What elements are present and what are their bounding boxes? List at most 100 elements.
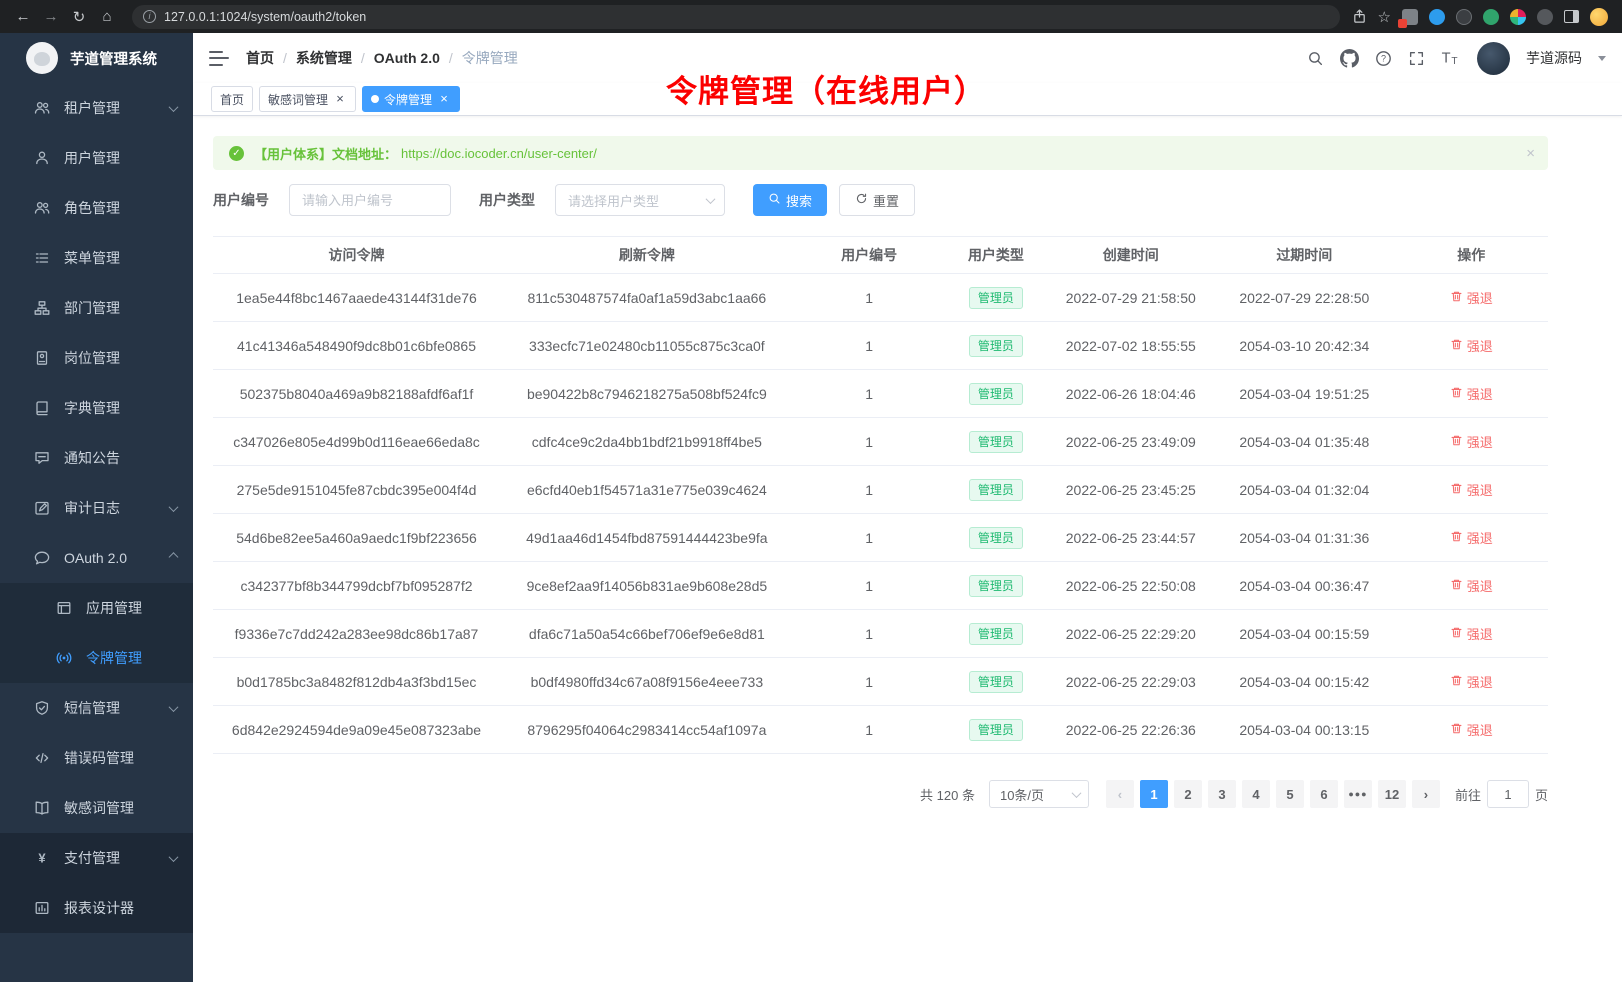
sidebar-item-oauth2-application[interactable]: 应用管理 <box>0 583 193 633</box>
sidebar-item-tenant[interactable]: 租户管理 <box>0 83 193 133</box>
browser-forward-icon[interactable]: → <box>38 8 64 25</box>
sidebar-item-sensitive-word[interactable]: 敏感词管理 <box>0 783 193 833</box>
page-button[interactable]: 3 <box>1208 780 1236 808</box>
annotation-overlay: 令牌管理（在线用户） <box>666 66 986 111</box>
font-size-icon[interactable]: TT <box>1441 49 1459 67</box>
force-logout-button[interactable]: 强退 <box>1450 336 1493 355</box>
github-icon[interactable] <box>1340 49 1359 68</box>
force-logout-button[interactable]: 强退 <box>1450 432 1493 451</box>
sidebar-item-label: OAuth 2.0 <box>64 550 170 566</box>
user-name[interactable]: 芋道源码 <box>1526 48 1582 68</box>
table-row: 1ea5e44f8bc1467aaede43144f31de76811c5304… <box>213 274 1548 322</box>
page-button[interactable]: 2 <box>1174 780 1202 808</box>
force-logout-button[interactable]: 强退 <box>1450 528 1493 547</box>
user-avatar[interactable] <box>1477 42 1510 75</box>
tab-oauth2-token[interactable]: 令牌管理× <box>362 86 460 112</box>
page-button[interactable]: 5 <box>1276 780 1304 808</box>
sidebar-item-label: 菜单管理 <box>64 248 177 268</box>
table-row: 502375b8040a469a9b82188afdf6af1fbe90422b… <box>213 370 1548 418</box>
sidebar-item-oauth2-token[interactable]: 令牌管理 <box>0 633 193 683</box>
tab-home[interactable]: 首页 <box>211 86 253 112</box>
share-icon[interactable] <box>1352 9 1367 24</box>
page-size-select[interactable]: 10条/页 <box>989 780 1089 808</box>
fullscreen-icon[interactable] <box>1408 50 1425 67</box>
extension-icon[interactable] <box>1483 9 1499 25</box>
breadcrumb-item[interactable]: 首页 <box>246 48 274 68</box>
breadcrumb-item[interactable]: OAuth 2.0 <box>374 50 440 66</box>
expire-time-cell: 2054-03-04 00:36:47 <box>1214 562 1394 610</box>
sidebar-item-report-designer[interactable]: 报表设计器 <box>0 883 193 933</box>
browser-back-icon[interactable]: ← <box>10 8 36 25</box>
force-logout-button[interactable]: 强退 <box>1450 672 1493 691</box>
sidebar-item-post[interactable]: 岗位管理 <box>0 333 193 383</box>
sidebar-item-sms[interactable]: 短信管理 <box>0 683 193 733</box>
tab-close-icon[interactable]: × <box>333 92 347 106</box>
trash-icon <box>1450 674 1463 690</box>
page-button[interactable]: 12 <box>1378 780 1406 808</box>
sidebar-toggle-icon[interactable] <box>209 51 229 66</box>
page-button[interactable]: 1 <box>1140 780 1168 808</box>
column-header: 操作 <box>1394 237 1548 274</box>
extension-icon[interactable] <box>1429 9 1445 25</box>
sidebar-item-audit-log[interactable]: 审计日志 <box>0 483 193 533</box>
breadcrumb-separator: / <box>283 50 287 66</box>
user-id-cell: 1 <box>794 418 945 466</box>
force-logout-button[interactable]: 强退 <box>1450 624 1493 643</box>
next-page-button[interactable]: › <box>1412 780 1440 808</box>
chevron-down-icon[interactable] <box>1598 56 1606 61</box>
sidebar-item-dept[interactable]: 部门管理 <box>0 283 193 333</box>
extension-icon[interactable] <box>1510 9 1526 25</box>
user-id-cell: 1 <box>794 322 945 370</box>
site-info-icon[interactable]: i <box>143 10 156 23</box>
prev-page-button[interactable]: ‹ <box>1106 780 1134 808</box>
page-button[interactable]: 6 <box>1310 780 1338 808</box>
refresh-token-cell: 811c530487574fa0af1a59d3abc1aa66 <box>500 274 794 322</box>
alert-close-icon[interactable]: × <box>1526 145 1535 162</box>
doc-link[interactable]: https://doc.iocoder.cn/user-center/ <box>401 146 597 161</box>
bookmark-star-icon[interactable]: ☆ <box>1378 8 1391 26</box>
page-ellipsis[interactable]: ●●● <box>1344 780 1372 808</box>
sidebar-item-menu[interactable]: 菜单管理 <box>0 233 193 283</box>
tab-close-icon[interactable]: × <box>437 92 451 106</box>
breadcrumb-item[interactable]: 系统管理 <box>296 48 352 68</box>
page-button[interactable]: 4 <box>1242 780 1270 808</box>
help-icon[interactable]: ? <box>1375 50 1392 67</box>
force-logout-button[interactable]: 强退 <box>1450 288 1493 307</box>
force-logout-button[interactable]: 强退 <box>1450 384 1493 403</box>
created-time-cell: 2022-07-02 18:55:55 <box>1047 322 1214 370</box>
chat-icon <box>34 450 50 466</box>
trash-icon <box>1450 386 1463 402</box>
sidebar-item-error-code[interactable]: 错误码管理 <box>0 733 193 783</box>
extension-icon[interactable] <box>1402 9 1418 25</box>
reset-button[interactable]: 重置 <box>839 184 915 216</box>
side-panel-icon[interactable] <box>1564 10 1579 23</box>
sidebar-item-dict[interactable]: 字典管理 <box>0 383 193 433</box>
access-token-cell: c342377bf8b344799dcbf7bf095287f2 <box>213 562 500 610</box>
user-type-select[interactable]: 请选择用户类型 <box>555 184 725 216</box>
sidebar-item-user[interactable]: 用户管理 <box>0 133 193 183</box>
sidebar-item-notice[interactable]: 通知公告 <box>0 433 193 483</box>
force-logout-button[interactable]: 强退 <box>1450 720 1493 739</box>
sidebar-item-pay[interactable]: ¥支付管理 <box>0 833 193 883</box>
force-logout-button[interactable]: 强退 <box>1450 576 1493 595</box>
person-icon <box>34 150 50 166</box>
app-logo[interactable]: 芋道管理系统 <box>0 33 193 83</box>
expire-time-cell: 2054-03-04 01:32:04 <box>1214 466 1394 514</box>
browser-url-bar[interactable]: i 127.0.0.1:1024/system/oauth2/token <box>132 5 1340 29</box>
extension-icon[interactable] <box>1537 9 1553 25</box>
extension-icon[interactable] <box>1456 9 1472 25</box>
browser-home-icon[interactable]: ⌂ <box>94 8 120 25</box>
sidebar-item-label: 租户管理 <box>64 98 170 118</box>
goto-page-input[interactable] <box>1487 780 1529 808</box>
tab-sensitive-word[interactable]: 敏感词管理× <box>259 86 356 112</box>
search-button[interactable]: 搜索 <box>753 184 827 216</box>
browser-refresh-icon[interactable]: ↻ <box>66 8 92 26</box>
force-logout-button[interactable]: 强退 <box>1450 480 1493 499</box>
user-id-input[interactable] <box>289 184 451 216</box>
column-header: 创建时间 <box>1047 237 1214 274</box>
search-icon[interactable] <box>1307 50 1324 67</box>
browser-profile-avatar[interactable] <box>1590 8 1608 26</box>
sidebar-item-oauth2[interactable]: OAuth 2.0 <box>0 533 193 583</box>
sidebar-item-role[interactable]: 角色管理 <box>0 183 193 233</box>
tree-icon <box>34 300 50 316</box>
